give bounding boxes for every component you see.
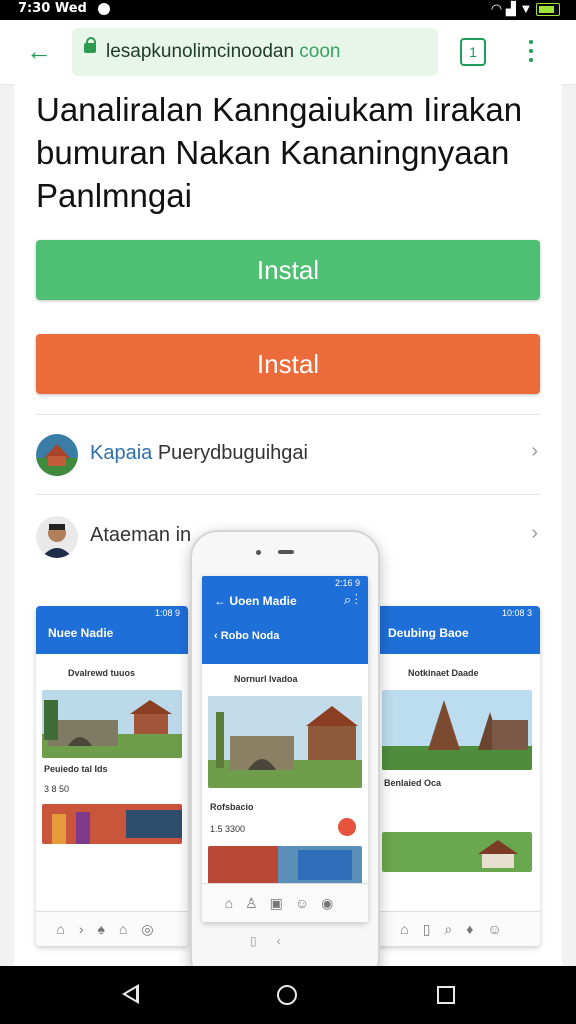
page-content: Uanaliralan Kanngaiukam Iirakan bumuran …: [14, 84, 562, 966]
browser-screen: ← lesapkunolimcinoodan coon 1 Uanalirala…: [0, 20, 576, 966]
app-bar: 1:08 9 Nuee Nadie: [36, 606, 188, 654]
wifi-icon-2: ▼: [519, 1, 533, 16]
bottom-navigation: ⌂▯⌕♦☺: [376, 911, 540, 946]
list-item-publisher[interactable]: Kapaia Pueryd​buguihgai ›: [36, 426, 540, 486]
install-button-green[interactable]: Instal: [36, 240, 540, 300]
publisher-label: Kapaia Pueryd​buguihgai: [90, 442, 308, 464]
status-bar: 7:30 Wed ◠ ▟ ▼: [0, 0, 576, 20]
screenshot-center[interactable]: 2:16 9 ← Uoen Madie ⌕ ⋮ ‹ Robo Noda Norn…: [190, 530, 380, 966]
phone-nav-buttons: ▯‹: [250, 934, 301, 948]
developer-avatar: [36, 516, 78, 558]
app-bar: 2:16 9 ← Uoen Madie ⌕ ⋮ ‹ Robo Noda: [202, 576, 368, 664]
screen-title: ← Uoen Madie: [214, 594, 297, 608]
install-button-orange[interactable]: Instal: [36, 334, 540, 394]
screen-subtitle: ‹ Robo Noda: [214, 630, 280, 642]
center-screen: 2:16 9 ← Uoen Madie ⌕ ⋮ ‹ Robo Noda Norn…: [202, 576, 368, 922]
speaker-grille: [278, 550, 294, 554]
system-navigation-bar: [0, 966, 576, 1024]
battery-icon: [536, 3, 560, 17]
fab-button[interactable]: [338, 818, 356, 836]
app-bar: 10:08 3 Deubing Baoe: [376, 606, 540, 654]
screenshot-right[interactable]: 10:08 3 Deubing Baoe Notkinaet Daade Ben…: [376, 606, 540, 946]
bottom-navigation: ⌂›♠⌂◎: [36, 911, 188, 946]
overflow-menu-icon[interactable]: [528, 40, 534, 67]
divider: [36, 414, 540, 415]
bottom-navigation: ⌂♙▣☺◉: [202, 883, 368, 922]
camera-icon: [256, 550, 261, 555]
nav-recents-icon[interactable]: [437, 986, 455, 1004]
notification-icon: [98, 3, 110, 15]
chevron-right-icon: ›: [531, 522, 538, 544]
search-icon[interactable]: ⌕ ⋮: [344, 592, 358, 608]
signal-icon: ▟: [505, 1, 516, 16]
divider: [36, 494, 540, 495]
back-arrow-icon[interactable]: ←: [26, 36, 52, 66]
nav-back-icon[interactable]: [122, 984, 139, 1004]
status-icons: ◠ ▟ ▼: [491, 1, 560, 17]
browser-toolbar: ← lesapkunolimcinoodan coon 1: [0, 20, 576, 85]
screen-title: Nuee Nadie: [48, 626, 114, 640]
clock: 7:30 Wed: [18, 1, 87, 16]
wifi-icon: ◠: [490, 1, 503, 16]
publisher-avatar: [36, 434, 78, 476]
screenshot-left[interactable]: 1:08 9 Nuee Nadie Dvalrewd tuuos Peuiedo…: [36, 606, 188, 946]
nav-home-icon[interactable]: [277, 985, 297, 1005]
screen-title: Deubing Baoe: [388, 626, 469, 640]
address-bar[interactable]: lesapkunolimcinoodan coon: [72, 28, 438, 76]
tab-switcher-icon[interactable]: 1: [460, 38, 486, 66]
developer-label: Ataeman in: [90, 524, 192, 546]
page-title: Uanaliralan Kanngaiukam Iirakan bumuran …: [36, 91, 523, 214]
chevron-right-icon: ›: [531, 440, 538, 462]
url-text: lesapkunolimcinoodan coon: [106, 41, 341, 62]
lock-icon: [84, 37, 96, 53]
